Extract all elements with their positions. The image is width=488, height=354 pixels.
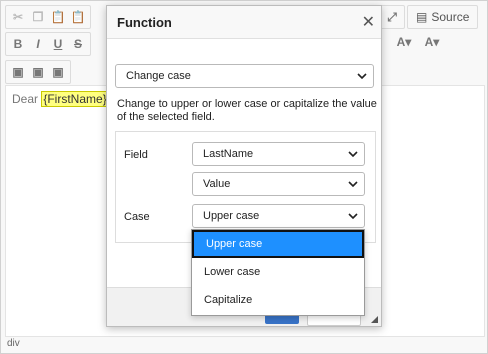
- modal-overlay: Function ✕ Change case Change to upper o…: [0, 0, 488, 354]
- chevron-down-icon: [348, 151, 358, 158]
- function-description: Change to upper or lower case or capital…: [117, 98, 377, 123]
- value-select-value: Value: [203, 178, 231, 190]
- field-label: Field: [124, 149, 148, 161]
- chevron-down-icon: [348, 181, 358, 188]
- dropdown-option-capitalize[interactable]: Capitalize: [192, 286, 364, 314]
- chevron-down-icon: [348, 213, 358, 220]
- case-select-value: Upper case: [203, 210, 260, 222]
- field-select[interactable]: LastName: [192, 142, 365, 166]
- value-select[interactable]: Value: [192, 172, 365, 196]
- dropdown-option-lower-case[interactable]: Lower case: [192, 258, 364, 286]
- close-icon[interactable]: ✕: [362, 12, 375, 32]
- resize-handle-icon[interactable]: [371, 316, 378, 323]
- function-select[interactable]: Change case: [115, 64, 374, 88]
- case-dropdown-list: Upper case Lower case Capitalize: [191, 229, 365, 316]
- dialog-title: Function: [107, 6, 381, 39]
- function-select-value: Change case: [126, 70, 191, 82]
- function-params: Field LastName Value Case Upper case: [115, 131, 376, 243]
- field-select-value: LastName: [203, 148, 254, 160]
- case-select[interactable]: Upper case: [192, 204, 365, 228]
- chevron-down-icon: [357, 73, 367, 80]
- dropdown-option-upper-case[interactable]: Upper case: [192, 230, 364, 258]
- case-label: Case: [124, 211, 150, 223]
